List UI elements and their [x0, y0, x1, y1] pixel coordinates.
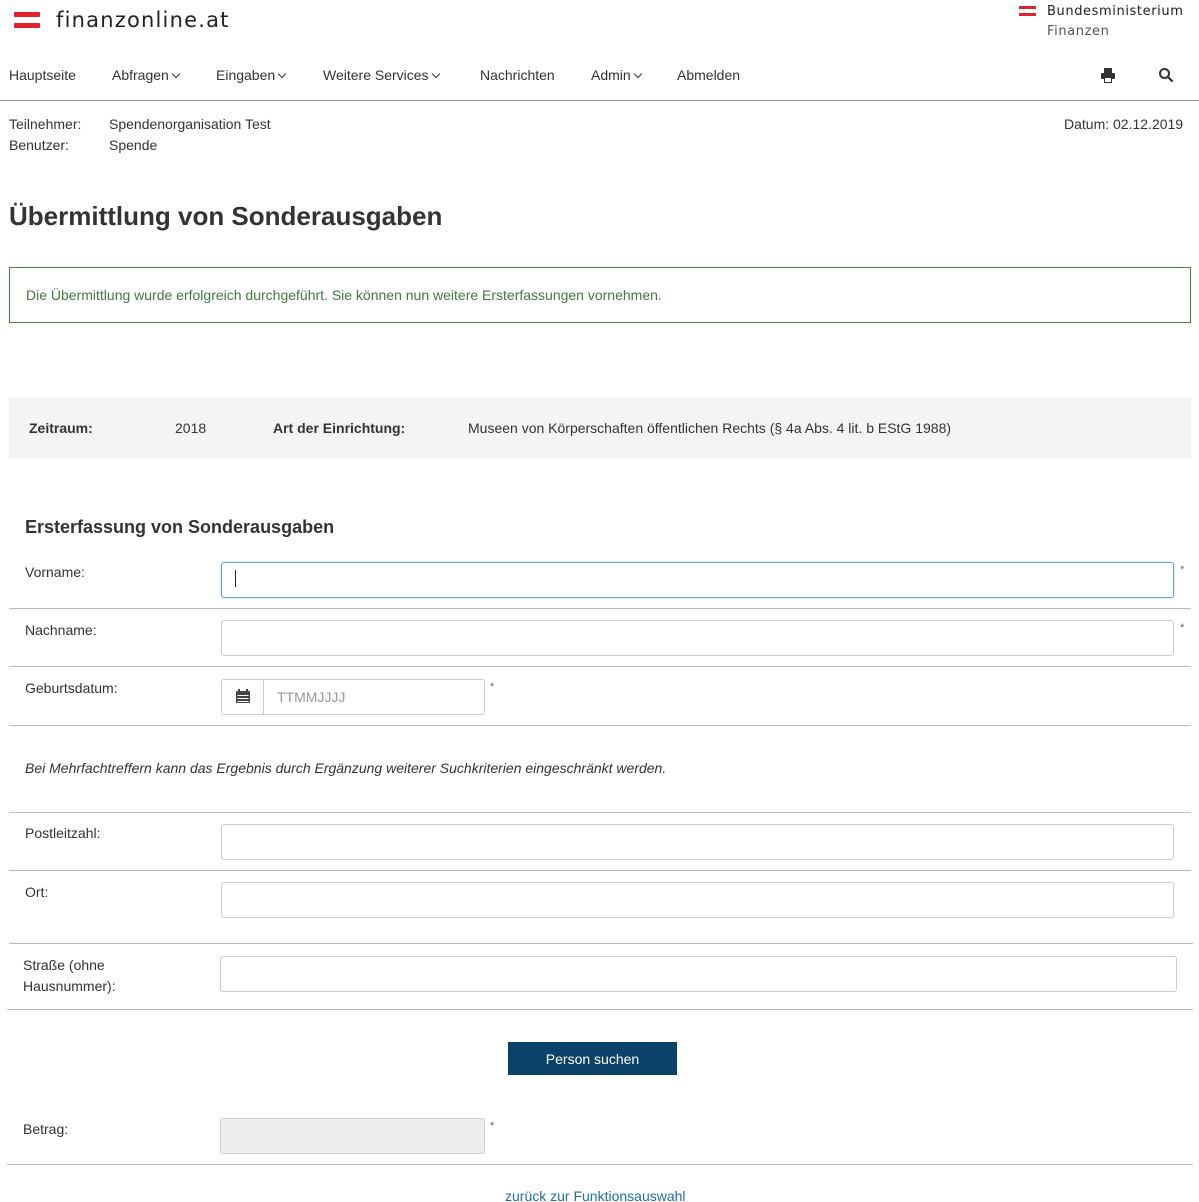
vorname-input[interactable]: [221, 562, 1174, 598]
period-value: 2018: [175, 420, 207, 436]
plz-input[interactable]: [221, 824, 1174, 860]
strasse-input[interactable]: [220, 956, 1177, 992]
divider: [9, 725, 1191, 726]
ministry-name-line1: Bundesministerium: [1047, 4, 1184, 19]
ort-label: Ort:: [25, 884, 49, 900]
nav-item-nachrichten[interactable]: Nachrichten: [480, 67, 555, 83]
current-date: Datum: 02.12.2019: [1064, 116, 1184, 132]
nav-item-abfragen[interactable]: Abfragen: [112, 67, 181, 83]
nav-item-weitere-services[interactable]: Weitere Services: [323, 67, 440, 83]
divider: [9, 870, 1191, 871]
nav-item-hauptseite[interactable]: Hauptseite: [9, 67, 76, 83]
search-icon[interactable]: [1158, 66, 1174, 84]
divider: [9, 608, 1191, 609]
required-marker: *: [1180, 622, 1185, 634]
strasse-label-line1: Straße (ohne: [23, 957, 105, 973]
period-label: Zeitraum:: [29, 420, 93, 436]
geburtsdatum-field: [221, 679, 485, 715]
geburtsdatum-input[interactable]: [264, 680, 484, 714]
strasse-label-line2: Hausnummer):: [23, 978, 116, 994]
ort-input[interactable]: [221, 882, 1174, 918]
success-message: Die Übermittlung wurde erfolgreich durch…: [9, 267, 1191, 323]
form-heading: Ersterfassung von Sonderausgaben: [25, 517, 335, 537]
institution-label: Art der Einrichtung:: [273, 420, 406, 436]
nav-item-abmelden[interactable]: Abmelden: [677, 67, 740, 83]
participant-label: Teilnehmer:: [9, 116, 82, 132]
participant-value: Spendenorganisation Test: [109, 116, 271, 132]
page-title: Übermittlung von Sonderausgaben: [9, 201, 443, 231]
chevron-down-icon: [277, 69, 287, 79]
site-logo-text[interactable]: finanzonline.at: [56, 8, 230, 32]
austria-flag-logo-icon: [14, 12, 40, 30]
required-marker: *: [1180, 564, 1185, 576]
nav-item-eingaben[interactable]: Eingaben: [216, 67, 287, 83]
divider: [9, 666, 1191, 667]
chevron-down-icon: [431, 69, 440, 79]
chevron-down-icon: [633, 69, 642, 79]
ministry-name-line2: Finanzen: [1047, 24, 1110, 39]
nachname-label: Nachname:: [25, 622, 97, 638]
divider: [9, 812, 1191, 813]
calendar-button[interactable]: [222, 680, 264, 714]
person-search-button[interactable]: Person suchen: [508, 1042, 677, 1075]
main-navigation: Hauptseite Abfragen Eingaben Weitere Ser…: [0, 63, 1199, 101]
search-hint-text: Bei Mehrfachtreffern kann das Ergebnis d…: [25, 760, 667, 776]
divider: [7, 1009, 1193, 1010]
nachname-input[interactable]: [221, 620, 1174, 656]
plz-label: Postleitzahl:: [25, 825, 101, 841]
print-icon[interactable]: [1100, 66, 1116, 84]
ministry-flag-icon: [1019, 6, 1036, 17]
betrag-input[interactable]: [220, 1118, 485, 1154]
back-to-functions-link[interactable]: zurück zur Funktionsauswahl: [505, 1188, 686, 1202]
vorname-label: Vorname:: [25, 564, 85, 580]
divider: [9, 943, 1193, 944]
required-marker: *: [490, 681, 495, 693]
calendar-icon: [236, 689, 250, 703]
text-cursor: [235, 570, 236, 587]
betrag-label: Betrag:: [23, 1121, 69, 1137]
user-label: Benutzer:: [9, 137, 69, 153]
nav-item-admin[interactable]: Admin: [591, 67, 642, 83]
chevron-down-icon: [171, 69, 181, 79]
divider: [7, 1164, 1193, 1165]
user-value: Spende: [109, 137, 158, 153]
required-marker: *: [490, 1120, 495, 1132]
institution-value: Museen von Körperschaften öffentlichen R…: [468, 420, 952, 436]
period-info-box: Zeitraum: 2018 Art der Einrichtung: Muse…: [9, 397, 1191, 459]
geburtsdatum-label: Geburtsdatum:: [25, 680, 118, 696]
